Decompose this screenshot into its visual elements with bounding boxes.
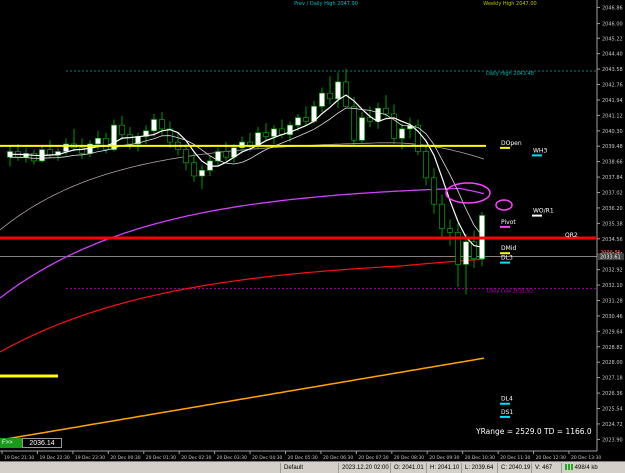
candle-body <box>151 119 157 132</box>
candle-body <box>199 170 205 177</box>
level-label-qr2: QR2 <box>565 232 578 239</box>
price-axis-label: 2034.56 <box>602 237 623 243</box>
level-label-dopen: DOpen <box>501 140 522 147</box>
price-axis-label: 2023.90 <box>602 437 623 443</box>
candle-body <box>31 153 37 162</box>
price-tag-2-label: 2033.86 <box>600 250 621 256</box>
candle-body <box>439 203 445 229</box>
price-axis-label: 2046.00 <box>602 22 623 28</box>
price-axis-label: 2036.20 <box>602 206 623 212</box>
price-axis-label: 2041.94 <box>602 98 623 104</box>
price-axis-label: 2035.38 <box>602 221 623 227</box>
status-traffic-text: 498/4 kb <box>574 464 598 471</box>
candle-body <box>95 138 101 145</box>
price-axis-label: 2026.36 <box>602 391 623 397</box>
white-fast-ma-line <box>10 94 483 248</box>
daily-low-label: Daily Low 2031.92 <box>487 288 533 294</box>
candle-body <box>191 162 197 177</box>
status-high: H: 2041.10 <box>426 462 461 473</box>
daily-high-label: Daily High 2043.48 <box>486 71 534 77</box>
level-label-dmid: DMid <box>501 245 516 252</box>
status-profile: Default <box>280 462 338 473</box>
price-chart[interactable]: 2046.86 2046.00 2045.22 2044.40 2043.58 2042.… <box>0 0 625 472</box>
status-volume: V: 467 <box>531 462 561 473</box>
price-axis-label: 2030.46 <box>602 314 623 320</box>
pivot-small-circle-annotation <box>495 199 513 211</box>
price-axis-label: 2040.30 <box>602 129 623 135</box>
price-axis-label: 2032.10 <box>602 283 623 289</box>
price-axis-label: 2041.12 <box>602 113 623 119</box>
price-axis-label: 2038.66 <box>602 160 623 166</box>
status-close: C: 2040.19 <box>497 462 531 473</box>
level-label-ds1: DS1 <box>501 409 513 416</box>
level-marker <box>532 214 542 217</box>
price-axis-label: 2044.40 <box>602 52 623 58</box>
candle-body <box>263 132 269 137</box>
level-marker <box>500 415 510 418</box>
one-click-trading-button[interactable]: F>> <box>0 438 22 448</box>
connection-bars-icon <box>565 463 573 470</box>
level-marker <box>500 146 510 149</box>
candle-body <box>399 128 405 139</box>
level-label-wh3: WH3 <box>533 147 547 154</box>
magenta-ma-line <box>0 187 485 299</box>
prev-daily-high-label: Prev / Daily High 2047.00 <box>294 1 358 7</box>
candle-body <box>271 128 277 137</box>
candle-body <box>359 117 365 141</box>
bottom-left-price-box: 2036.14 <box>22 438 62 448</box>
candle-body <box>319 92 325 107</box>
candle-body <box>327 92 333 100</box>
status-bar: Default 2023.12.20 02:00 O: 2041.01 H: 2… <box>0 461 625 473</box>
price-axis-label: 2029.64 <box>602 329 623 335</box>
level-marker <box>500 261 510 264</box>
price-axis-label: 2027.18 <box>602 376 623 382</box>
level-label-wor1: WO/R1 <box>533 208 554 215</box>
level-label-dl4: DL4 <box>501 396 513 403</box>
candle-body <box>183 149 189 164</box>
price-axis-label: 2024.72 <box>602 422 623 428</box>
candle-body <box>103 138 109 150</box>
candle-body <box>423 151 429 179</box>
price-axis-label: 2037.84 <box>602 175 623 181</box>
status-open: O: 2041.01 <box>390 462 426 473</box>
candle-body <box>383 107 389 115</box>
candle-body <box>303 117 309 122</box>
level-marker <box>532 154 542 157</box>
price-axis-label: 2032.92 <box>602 268 623 274</box>
level-label-dl3: DL3 <box>501 255 513 262</box>
red-ma-line <box>0 258 485 353</box>
price-axis-label: 2045.22 <box>602 36 623 42</box>
price-axis-label: 2046.86 <box>602 5 623 11</box>
status-traffic: 498/4 kb <box>561 462 605 473</box>
yrange-td-label: YRange = 2529.0 TD = 1166.0 <box>475 427 592 436</box>
candle-body <box>463 241 469 265</box>
status-spacer <box>0 463 280 473</box>
price-axis-label: 2031.28 <box>602 299 623 305</box>
candle-body <box>223 151 229 158</box>
level-marker <box>500 225 510 228</box>
price-axis-label: 2037.02 <box>602 191 623 197</box>
level-label-pivot: Pivot <box>501 219 516 226</box>
price-axis-label: 2039.48 <box>602 144 623 150</box>
price-axis-label: 2028.00 <box>602 360 623 366</box>
candle-body <box>343 81 349 107</box>
candle-body <box>159 119 165 130</box>
candle-body <box>127 134 133 145</box>
level-marker <box>500 402 510 405</box>
orange-ma-line <box>0 357 485 441</box>
price-axis-label: 2025.54 <box>602 407 623 413</box>
candle-body <box>431 177 437 205</box>
candle-body <box>447 228 453 233</box>
status-datetime: 2023.12.20 02:00 <box>338 462 390 473</box>
weekly-high-label: Weekly High 2047.00 <box>483 1 536 7</box>
candle-body <box>351 106 357 141</box>
status-low: L: 2039.64 <box>461 462 497 473</box>
candle-body <box>295 117 301 126</box>
price-axis-label: 2042.76 <box>602 83 623 89</box>
candle-body <box>119 124 125 135</box>
price-axis-label: 2043.58 <box>602 67 623 73</box>
candle-body <box>335 81 341 100</box>
price-axis-label: 2028.82 <box>602 345 623 351</box>
candle-body <box>375 107 381 122</box>
